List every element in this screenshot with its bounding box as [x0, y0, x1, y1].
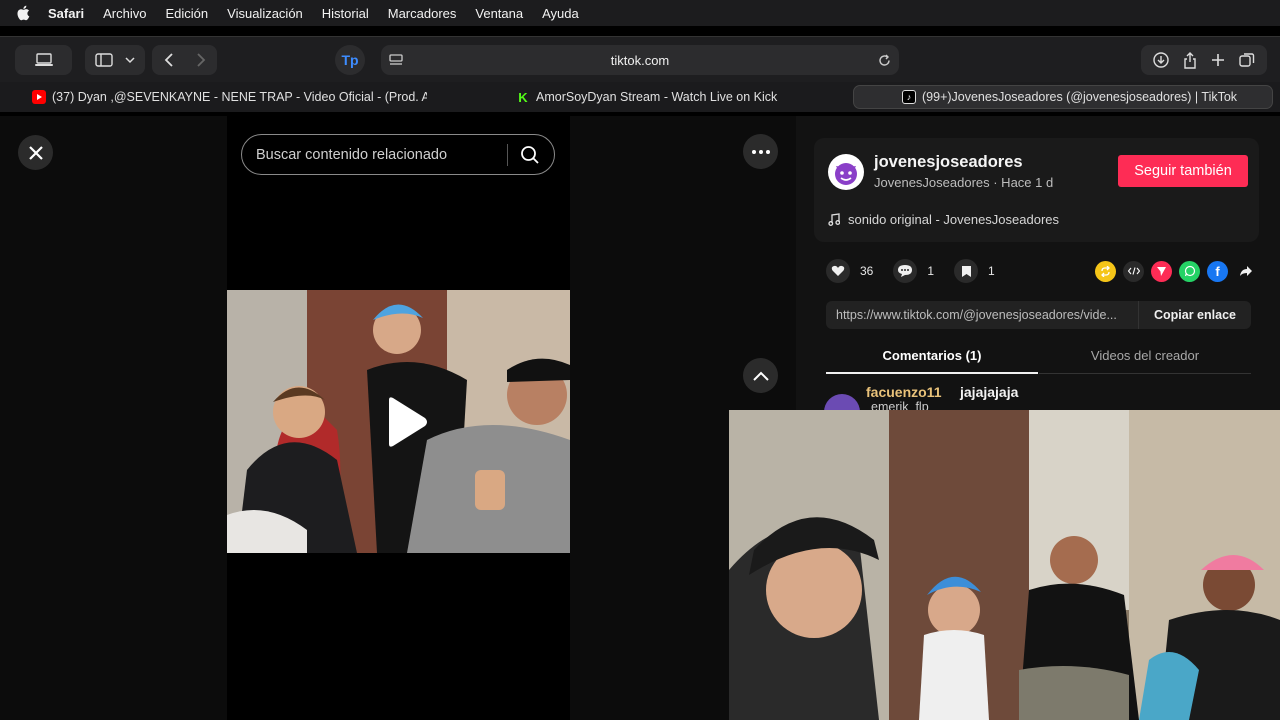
webcam-overlay [729, 410, 1280, 720]
comment-icon [893, 259, 918, 283]
devil-emoji-icon [835, 163, 857, 185]
creator-card: jovenesjoseadores JovenesJoseadores · Ha… [814, 138, 1259, 242]
send-icon[interactable] [1151, 260, 1172, 282]
menu-ventana[interactable]: Ventana [475, 6, 523, 21]
comment-count: 1 [927, 264, 935, 278]
engagement-stats: 36 1 1 [826, 259, 1015, 283]
previous-video-button[interactable] [743, 358, 778, 393]
webcam-feed-image [729, 410, 1280, 720]
search-placeholder: Buscar contenido relacionado [256, 146, 448, 163]
back-arrow-icon[interactable] [164, 53, 174, 67]
menu-edicion[interactable]: Edición [166, 6, 209, 21]
copy-link-button[interactable]: Copiar enlace [1138, 301, 1251, 329]
tab-tiktok[interactable]: ♪ (99+)JovenesJoseadores (@jovenesjosead… [853, 85, 1273, 109]
tiktok-icon: ♪ [902, 90, 916, 104]
address-bar[interactable]: tiktok.com [381, 45, 899, 75]
comment-stat[interactable]: 1 [893, 259, 934, 283]
new-tab-icon[interactable] [1211, 53, 1225, 67]
whatsapp-icon[interactable] [1179, 260, 1200, 282]
youtube-icon [32, 90, 46, 104]
share-arrow-icon[interactable] [1235, 261, 1256, 282]
comment-text: jajajajaja [960, 384, 1019, 400]
menu-historial[interactable]: Historial [322, 6, 369, 21]
toolbar-actions [1141, 45, 1267, 75]
macos-menu-bar: Safari Archivo Edición Visualización His… [0, 0, 1280, 26]
repost-icon[interactable] [1095, 260, 1116, 282]
related-search-input[interactable]: Buscar contenido relacionado [241, 134, 555, 175]
browser-toolbar: Tp tiktok.com [0, 36, 1280, 82]
tab-title: AmorSoyDyan Stream - Watch Live on Kick [536, 90, 778, 104]
sound-link[interactable]: sonido original - JovenesJoseadores [828, 212, 1059, 227]
search-divider [507, 144, 508, 166]
heart-icon [826, 259, 850, 283]
tab-title: (99+)JovenesJoseadores (@jovenesjoseador… [922, 90, 1238, 104]
more-options-button[interactable] [743, 134, 778, 169]
panel-tabs: Comentarios (1) Videos del creador [826, 344, 1251, 374]
address-text: tiktok.com [610, 52, 670, 68]
share-link-field[interactable]: https://www.tiktok.com/@jovenesjoseadore… [826, 308, 1138, 322]
tab-groups-button[interactable] [15, 45, 72, 75]
share-buttons: f [1088, 259, 1256, 283]
video-player[interactable] [227, 290, 570, 553]
facebook-icon[interactable]: f [1207, 260, 1228, 282]
close-button[interactable] [18, 135, 53, 170]
tab-bar: (37) Dyan ,@SEVENKAYNE - NENE TRAP - Vid… [0, 82, 1280, 112]
sidebar-toggle-button[interactable] [85, 45, 145, 75]
video-backdrop-left [0, 116, 227, 720]
embed-icon[interactable] [1123, 260, 1144, 282]
extension-badge[interactable]: Tp [335, 45, 365, 75]
tab-creator-videos[interactable]: Videos del creador [1039, 344, 1251, 374]
sound-label: sonido original - JovenesJoseadores [848, 212, 1060, 227]
more-horizontal-icon [751, 149, 770, 154]
page-menu-icon[interactable] [389, 54, 403, 66]
tab-kick[interactable]: K AmorSoyDyan Stream - Watch Live on Kic… [516, 85, 816, 109]
menu-visualizacion[interactable]: Visualización [227, 6, 303, 21]
like-count: 36 [860, 264, 874, 278]
chevron-up-icon [752, 371, 769, 381]
creator-avatar[interactable] [828, 154, 864, 190]
share-icon[interactable] [1183, 51, 1197, 69]
menu-archivo[interactable]: Archivo [103, 6, 146, 21]
comment-username[interactable]: facuenzo11 [866, 384, 941, 400]
music-note-icon [828, 213, 840, 226]
tab-comments[interactable]: Comentarios (1) [826, 344, 1038, 374]
menu-safari[interactable]: Safari [48, 6, 84, 21]
like-stat[interactable]: 36 [826, 259, 873, 283]
save-count: 1 [988, 264, 995, 278]
search-icon[interactable] [520, 145, 540, 165]
bookmark-icon [954, 259, 979, 283]
history-nav [152, 45, 217, 75]
close-icon [28, 145, 43, 160]
creator-subtitle: JovenesJoseadores · Hace 1 d [874, 175, 1054, 190]
tab-youtube[interactable]: (37) Dyan ,@SEVENKAYNE - NENE TRAP - Vid… [32, 85, 427, 109]
menu-ayuda[interactable]: Ayuda [542, 6, 579, 21]
copy-link-row: https://www.tiktok.com/@jovenesjoseadore… [826, 301, 1251, 329]
play-icon[interactable] [375, 394, 431, 450]
tab-overview-icon[interactable] [1239, 52, 1255, 68]
kick-icon: K [516, 90, 530, 105]
creator-username[interactable]: jovenesjoseadores [874, 153, 1023, 172]
forward-arrow-icon[interactable] [196, 53, 206, 67]
tab-title: (37) Dyan ,@SEVENKAYNE - NENE TRAP - Vid… [52, 90, 427, 104]
save-stat[interactable]: 1 [954, 259, 995, 283]
chevron-down-icon [125, 57, 135, 64]
reload-icon[interactable] [878, 54, 891, 67]
follow-button[interactable]: Seguir también [1118, 155, 1248, 187]
laptop-icon [34, 53, 53, 66]
apple-logo-icon[interactable] [16, 5, 30, 21]
download-icon[interactable] [1153, 52, 1169, 68]
menu-marcadores[interactable]: Marcadores [388, 6, 457, 21]
sidebar-icon [95, 53, 113, 67]
